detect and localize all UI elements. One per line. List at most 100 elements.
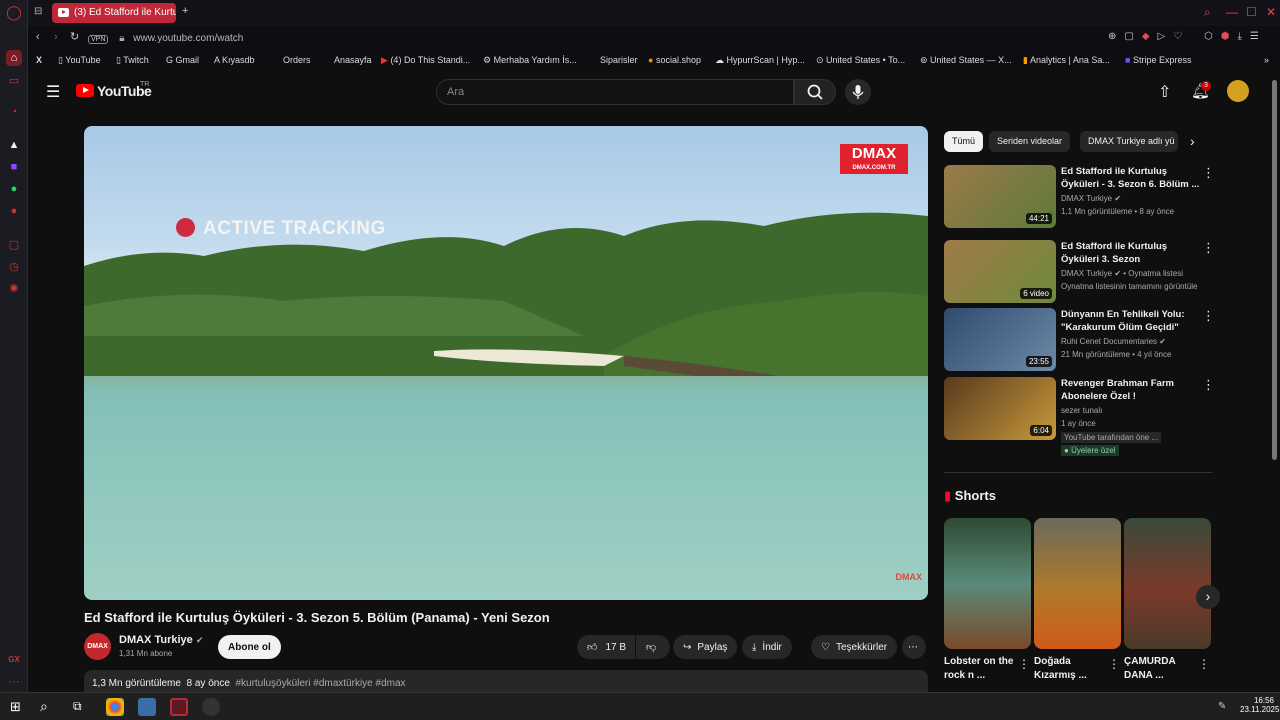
bookmark-do-this[interactable]: ▶ (4) Do This Standi... [381, 55, 470, 66]
kebab-menu-icon[interactable]: ⋮ [1202, 308, 1215, 324]
recommendation-title[interactable]: Ed Stafford ile Kurtuluş Öyküleri - 3. S… [1061, 165, 1201, 191]
more-icon[interactable]: ⋯ [6, 673, 22, 689]
bookmark-siparisler[interactable]: Siparisler [600, 55, 638, 65]
bookmark-analytics[interactable]: ▮ Analytics | Ana Sa... [1023, 55, 1110, 66]
vpn-badge[interactable]: VPN [88, 35, 109, 44]
history-icon[interactable]: ◷ [6, 258, 22, 274]
recommendation-item[interactable]: 23:55 Dünyanın En Tehlikeli Yolu: "Karak… [944, 308, 1234, 372]
video-thumbnail[interactable]: 23:55 [944, 308, 1056, 371]
chip-series[interactable]: Seriden videolar [989, 131, 1071, 152]
subscribe-button[interactable]: Abone ol [218, 635, 281, 659]
kebab-menu-icon[interactable]: ⋮ [1202, 165, 1215, 181]
search-input[interactable]: Ara [436, 79, 794, 105]
speed-icon[interactable]: ◔ [6, 104, 22, 120]
opera-logo-icon[interactable]: ◯ [6, 4, 22, 20]
maximize-icon[interactable]: ☐ [1246, 5, 1257, 19]
more-actions-button[interactable]: ⋯ [902, 635, 926, 659]
bookmark-merhaba[interactable]: ⚙ Merhaba Yardım İs... [483, 55, 577, 66]
kebab-menu-icon[interactable]: ⋮ [1202, 377, 1215, 393]
close-icon[interactable]: ✕ [1266, 5, 1276, 19]
recommendation-item[interactable]: 6 video Ed Stafford ile Kurtuluş Öyküler… [944, 240, 1234, 304]
avatar[interactable] [1227, 80, 1249, 102]
task-view-icon[interactable]: ⧉ [73, 699, 82, 714]
short-title[interactable]: Lobster on the rock n ... [944, 655, 1014, 683]
kebab-menu-icon[interactable]: ⋮ [1108, 657, 1120, 671]
recommendation-item[interactable]: 44:21 Ed Stafford ile Kurtuluş Öyküleri … [944, 165, 1234, 229]
channel-name[interactable]: DMAX Turkiye ✔ [119, 634, 203, 646]
url-field[interactable]: VPN 🔒︎ www.youtube.com/watch [88, 30, 938, 47]
bookmark-social-shop[interactable]: ● social.shop [648, 55, 701, 65]
shorts-next-button[interactable]: › [1196, 585, 1220, 609]
youtube-music-icon[interactable]: ● [6, 203, 22, 219]
settings-icon[interactable]: ✺ [6, 280, 22, 296]
search-button[interactable] [794, 79, 836, 105]
bookmark-gmail[interactable]: G Gmail [166, 55, 199, 65]
short-thumbnail[interactable] [944, 518, 1031, 649]
search-icon[interactable]: ⌕ [40, 698, 48, 715]
kebab-menu-icon[interactable]: ⋮ [1202, 240, 1215, 256]
clock[interactable]: 16:56 23.11.2025 [1240, 696, 1279, 714]
x-icon[interactable]: X [36, 55, 42, 65]
bookmark-united-states-to[interactable]: ⊙ United States • To... [816, 55, 905, 66]
like-button[interactable]: 👍︎ 17 B [577, 635, 635, 659]
new-tab-icon[interactable]: + [182, 5, 188, 17]
home-icon[interactable]: ⌂ [6, 50, 22, 66]
share-button[interactable]: ↪ Paylaş [673, 635, 738, 659]
upload-icon[interactable]: ⇧ [1158, 82, 1171, 102]
bookmark-orders[interactable]: Orders [283, 55, 311, 65]
youtube-logo-icon[interactable] [76, 84, 94, 97]
aria-icon[interactable]: ▲ [6, 137, 22, 153]
reload-icon[interactable]: ↻ [70, 30, 79, 43]
chrome-icon[interactable] [106, 698, 124, 716]
scrollbar[interactable] [1270, 70, 1280, 692]
search-tabs-icon[interactable]: ⌕ [1204, 5, 1211, 20]
dislike-button[interactable]: 👎︎ [636, 635, 670, 659]
video-player[interactable]: DMAX DMAX.COM.TR ACTIVE TRACKING DMAX [84, 126, 928, 600]
description-box[interactable]: 1,3 Mn görüntüleme 8 ay önce #kurtuluşöy… [84, 670, 928, 692]
short-title[interactable]: ÇAMURDA DANA ... [1124, 655, 1194, 683]
recommendation-title[interactable]: Ed Stafford ile Kurtuluş Öyküleri 3. Sez… [1061, 240, 1201, 266]
app-icon[interactable] [202, 698, 220, 716]
playlist-thumbnail[interactable]: 6 video [944, 240, 1056, 303]
video-thumbnail[interactable]: 44:21 [944, 165, 1056, 228]
wallet-icon[interactable]: ▢ [6, 236, 22, 252]
extension-icons[interactable]: ⊕▢◆▷♡ [1108, 31, 1190, 42]
opera-gx-icon[interactable] [170, 698, 188, 716]
tab-active[interactable]: (3) Ed Stafford ile Kurtu [52, 3, 176, 23]
channel-avatar[interactable]: DMAX [84, 633, 111, 660]
toolbar-icons[interactable]: ⬡⬢⤓☰ [1204, 31, 1267, 42]
twitch-icon[interactable]: ■ [6, 159, 22, 175]
bookmark-kiyasdb[interactable]: A Kıyasdb [214, 55, 255, 65]
download-button[interactable]: ⤓ İndir [742, 635, 792, 659]
tray-icon[interactable]: ✎ [1218, 701, 1226, 712]
whatsapp-icon[interactable]: ● [6, 181, 22, 197]
forward-icon[interactable]: › [54, 31, 58, 43]
bookmark-anasayfa[interactable]: Anasayfa [334, 55, 372, 65]
hamburger-icon[interactable]: ☰ [46, 82, 60, 102]
tab-menu-icon[interactable]: ⊟ [34, 6, 42, 17]
chip-channel[interactable]: DMAX Turkiye adlı yü [1080, 131, 1178, 152]
bookmark-stripe[interactable]: ■ Stripe Express [1125, 55, 1191, 65]
short-thumbnail[interactable] [1034, 518, 1121, 649]
kebab-menu-icon[interactable]: ⋮ [1198, 657, 1210, 671]
bookmark-youtube[interactable]: ▯ YouTube [58, 55, 101, 66]
bookmark-united-states-x[interactable]: ⊚ United States — X... [920, 55, 1012, 66]
recommendation-title[interactable]: Dünyanın En Tehlikeli Yolu: "Karakurum Ö… [1061, 308, 1201, 334]
recommendation-item[interactable]: 6:04 Revenger Brahman Farm Abonelere Öze… [944, 377, 1234, 462]
bookmark-twitch[interactable]: ▯ Twitch [116, 55, 149, 66]
back-icon[interactable]: ‹ [36, 31, 40, 43]
short-thumbnail[interactable] [1124, 518, 1211, 649]
windows-start-icon[interactable]: ⊞ [10, 699, 21, 715]
calculator-icon[interactable] [138, 698, 156, 716]
voice-search-button[interactable] [845, 79, 871, 105]
chevron-right-icon[interactable]: › [1190, 133, 1195, 149]
video-thumbnail[interactable]: 6:04 [944, 377, 1056, 440]
chip-all[interactable]: Tümü [944, 131, 984, 152]
minimize-icon[interactable]: — [1226, 5, 1238, 19]
gamepad-icon[interactable]: ▭ [6, 72, 22, 88]
bookmark-hypurrscan[interactable]: ☁ HypurrScan | Hyp... [715, 55, 805, 66]
recommendation-title[interactable]: Revenger Brahman Farm Abonelere Özel ! [1061, 377, 1201, 403]
thanks-button[interactable]: ♡ Teşekkürler [811, 635, 898, 659]
bookmarks-more-icon[interactable]: » [1264, 55, 1269, 65]
short-title[interactable]: Doğada Kızarmış ... [1034, 655, 1104, 683]
